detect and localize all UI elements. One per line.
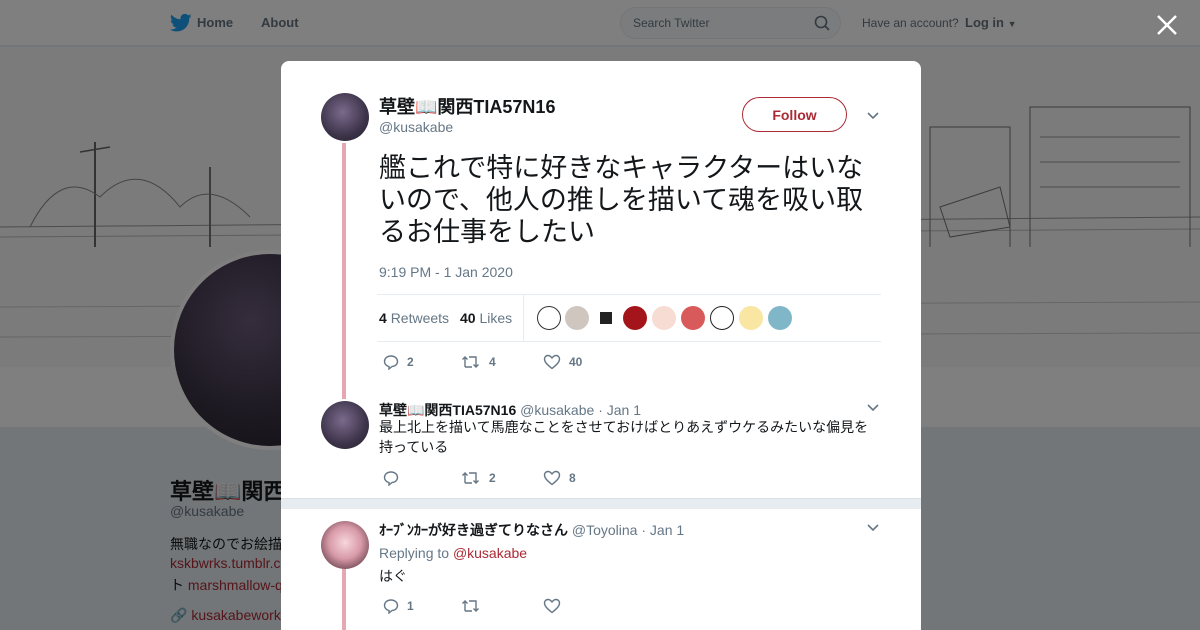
liker-avatar[interactable] — [681, 306, 705, 330]
chevron-down-icon[interactable] — [866, 401, 880, 415]
liker-avatar[interactable] — [565, 306, 589, 330]
retweets-count: 4 — [379, 310, 387, 326]
reply-icon — [383, 355, 399, 370]
reply-author-name[interactable]: ｵｰﾌﾞﾝｶｰが好き過ぎてりなさん — [379, 522, 568, 538]
reply-date[interactable]: · Jan 1 — [598, 402, 641, 418]
reply-button[interactable]: 1 — [383, 598, 414, 614]
reply-button[interactable] — [383, 470, 407, 486]
replying-to-link[interactable]: @kusakabe — [453, 545, 527, 561]
liker-avatar[interactable] — [652, 306, 676, 330]
liker-avatar[interactable] — [623, 306, 647, 330]
reply-author-name[interactable]: 草壁📖関西TIA57N16 — [379, 402, 516, 418]
like-button[interactable] — [543, 598, 569, 614]
chevron-down-icon[interactable] — [866, 109, 880, 123]
likes-count: 40 — [460, 310, 476, 326]
tweet-actions: 2 4 40 — [383, 354, 683, 374]
stats-divider — [523, 295, 524, 341]
tweet-author-name[interactable]: 草壁📖関西TIA57N16 — [379, 93, 555, 119]
replying-to-label: Replying to — [379, 545, 450, 561]
avatar[interactable] — [321, 521, 369, 569]
tweet-permalink-modal: 草壁📖関西TIA57N16 @kusakabe Follow 艦これで特に好きな… — [281, 61, 921, 630]
retweet-count: 2 — [489, 471, 496, 485]
tweet-text: 艦これで特に好きなキャラクターはいないので、他人の推しを描いて魂を吸い取るお仕事… — [379, 153, 864, 248]
like-button[interactable]: 40 — [543, 354, 582, 370]
reply-actions: 1 — [383, 598, 683, 618]
heart-icon — [543, 354, 561, 370]
reply-author-handle[interactable]: @Toyolina — [572, 522, 638, 538]
reply-text: はぐ — [379, 569, 407, 585]
close-icon[interactable] — [1155, 13, 1179, 37]
reply-count: 1 — [407, 599, 414, 613]
heart-icon — [543, 598, 561, 614]
reply-actions: 2 8 — [383, 470, 683, 490]
chevron-down-icon[interactable] — [866, 521, 880, 535]
reply-button[interactable]: 2 — [383, 354, 414, 370]
reply-date[interactable]: · Jan 1 — [641, 522, 684, 538]
liker-avatar[interactable] — [768, 306, 792, 330]
tweet-stats: 4 Retweets 40 Likes — [377, 294, 881, 342]
liker-avatar[interactable] — [710, 306, 734, 330]
reply-icon — [383, 471, 399, 486]
retweet-icon — [462, 356, 479, 368]
follow-button[interactable]: Follow — [742, 97, 847, 132]
reply-author-handle[interactable]: @kusakabe — [520, 402, 594, 418]
retweets-label: Retweets — [390, 310, 450, 326]
retweet-count: 4 — [489, 355, 496, 369]
like-count: 8 — [569, 471, 576, 485]
liker-avatar[interactable] — [594, 306, 618, 330]
avatar[interactable] — [321, 401, 369, 449]
retweet-icon — [462, 600, 479, 612]
likes-label: Likes — [479, 310, 513, 326]
thread-separator — [281, 498, 921, 509]
reply-count: 2 — [407, 355, 414, 369]
like-count: 40 — [569, 355, 583, 369]
retweet-button[interactable] — [461, 598, 489, 614]
thread-line — [342, 143, 346, 399]
reply-header: ｵｰﾌﾞﾝｶｰが好き過ぎてりなさん @Toyolina · Jan 1 — [379, 520, 684, 540]
liker-avatar[interactable] — [739, 306, 763, 330]
reply-text: 最上北上を描いて馬鹿なことをさせておけばとりあえずウケるみたいな偏見を持っている — [379, 420, 869, 456]
liker-avatar[interactable] — [537, 306, 561, 330]
tweet-timestamp[interactable]: 9:19 PM - 1 Jan 2020 — [379, 264, 513, 280]
tweet-author-handle[interactable]: @kusakabe — [379, 119, 453, 135]
retweet-button[interactable]: 2 — [461, 470, 496, 486]
reply-header: 草壁📖関西TIA57N16 @kusakabe · Jan 1 — [379, 400, 641, 420]
retweet-icon — [462, 472, 479, 484]
reply-icon — [383, 599, 399, 614]
avatar[interactable] — [321, 93, 369, 141]
replying-to: Replying to @kusakabe — [379, 545, 527, 561]
likes-stat[interactable]: 40 Likes — [460, 310, 512, 326]
heart-icon — [543, 470, 561, 486]
retweets-stat[interactable]: 4 Retweets — [379, 310, 449, 326]
retweet-button[interactable]: 4 — [461, 354, 496, 370]
thread-line — [342, 569, 346, 630]
like-button[interactable]: 8 — [543, 470, 576, 486]
